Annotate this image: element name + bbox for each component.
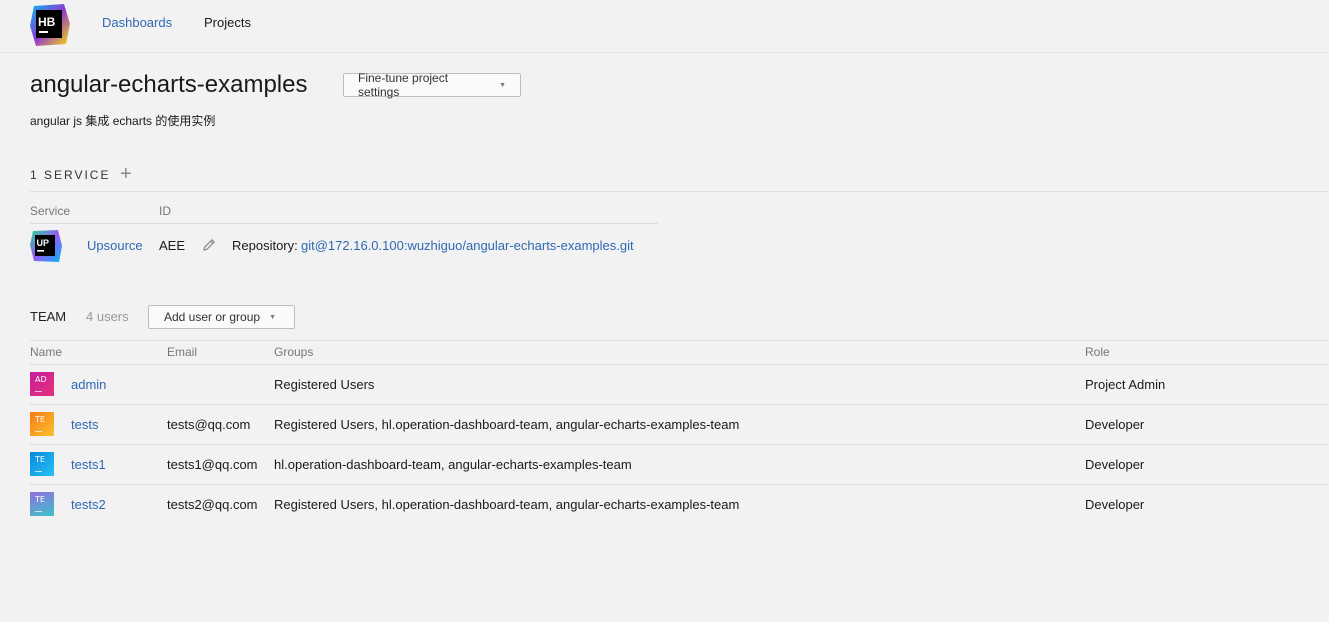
service-name-link[interactable]: Upsource — [87, 238, 143, 253]
services-heading: 1 SERVICE — [30, 168, 111, 182]
repository-label: Repository: — [232, 238, 298, 253]
project-description: angular js 集成 echarts 的使用实例 — [30, 114, 216, 128]
repository-url-link[interactable]: git@172.16.0.100:wuzhiguo/angular-echart… — [301, 238, 634, 253]
team-user-count: 4 users — [86, 309, 129, 324]
member-role: Developer — [1085, 497, 1145, 512]
team-heading: TEAM — [30, 309, 67, 324]
services-divider — [30, 191, 1329, 192]
page-title: angular-echarts-examples — [30, 71, 308, 98]
add-service-plus-icon[interactable]: + — [120, 164, 132, 184]
nav-projects-link[interactable]: Projects — [204, 15, 251, 30]
member-name-link[interactable]: admin — [71, 377, 106, 392]
member-name-link[interactable]: tests2 — [71, 497, 106, 512]
team-col-email: Email — [167, 345, 198, 359]
avatar: TE — [30, 492, 54, 516]
top-bar: HB Dashboards Projects — [0, 0, 1329, 53]
member-role: Developer — [1085, 457, 1145, 472]
team-divider — [30, 340, 1329, 341]
services-col-id: ID — [159, 204, 171, 218]
table-row: TE tests2 tests2@qq.com Registered Users… — [0, 485, 1329, 525]
avatar: TE — [30, 412, 54, 436]
hub-logo-icon[interactable]: HB — [30, 4, 70, 46]
team-col-name: Name — [30, 345, 63, 359]
team-col-role: Role — [1085, 345, 1110, 359]
member-role: Project Admin — [1085, 377, 1166, 392]
member-role: Developer — [1085, 417, 1145, 432]
member-email: tests@qq.com — [167, 417, 251, 432]
caret-down-icon: ▼ — [269, 313, 276, 321]
services-col-service: Service — [30, 204, 71, 218]
member-name-link[interactable]: tests — [71, 417, 98, 432]
table-row: TE tests tests@qq.com Registered Users, … — [0, 405, 1329, 445]
member-groups: Registered Users, hl.operation-dashboard… — [274, 417, 740, 432]
caret-down-icon: ▼ — [499, 81, 506, 89]
avatar: TE — [30, 452, 54, 476]
table-row: TE tests1 tests1@qq.com hl.operation-das… — [0, 445, 1329, 485]
member-groups: Registered Users, hl.operation-dashboard… — [274, 497, 740, 512]
member-name-link[interactable]: tests1 — [71, 457, 106, 472]
table-row: AD admin Registered Users Project Admin — [0, 365, 1329, 405]
nav-dashboards-link[interactable]: Dashboards — [102, 15, 172, 30]
team-col-groups: Groups — [274, 345, 314, 359]
member-email: tests2@qq.com — [167, 497, 258, 512]
avatar: AD — [30, 372, 54, 396]
fine-tune-settings-button[interactable]: Fine-tune project settings ▼ — [343, 71, 521, 99]
member-email: tests1@qq.com — [167, 457, 258, 472]
member-groups: Registered Users — [274, 377, 375, 392]
svg-text:UP: UP — [37, 238, 50, 248]
fine-tune-settings-label: Fine-tune project settings — [358, 71, 449, 99]
add-user-or-group-button[interactable]: Add user or group ▼ — [148, 305, 295, 329]
add-user-label: Add user or group — [164, 310, 261, 324]
service-id: AEE — [159, 238, 186, 253]
upsource-logo-icon: UP — [30, 230, 62, 262]
edit-pencil-icon[interactable] — [201, 237, 217, 253]
member-groups: hl.operation-dashboard-team, angular-ech… — [274, 457, 632, 472]
services-header-divider — [30, 223, 658, 224]
svg-text:HB: HB — [38, 15, 56, 29]
